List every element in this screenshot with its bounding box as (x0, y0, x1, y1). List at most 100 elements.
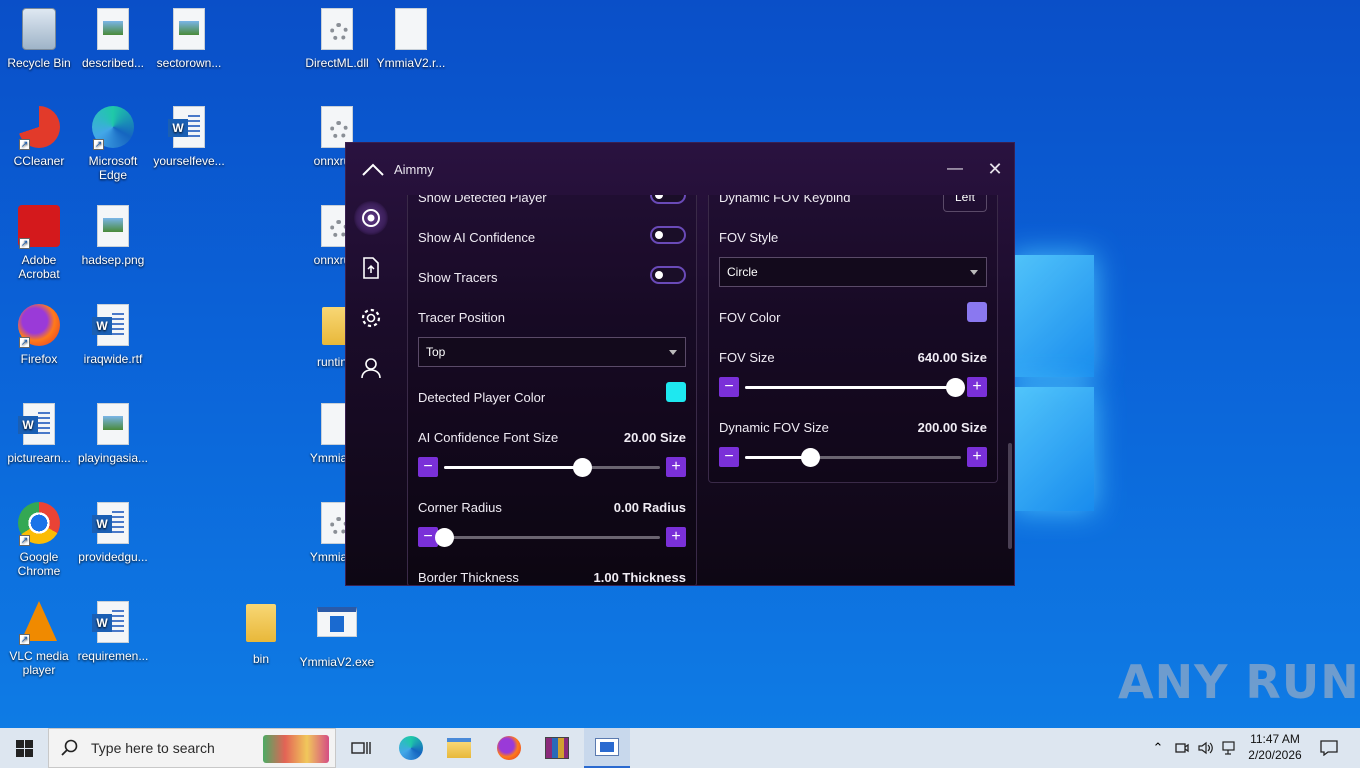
desktop-icon[interactable]: ↗ Microsoft Edge (74, 106, 152, 182)
taskbar-winrar-button[interactable] (536, 728, 578, 768)
desktop-icon[interactable]: Recycle Bin (0, 8, 78, 70)
desktop-icon[interactable]: Wprovidedgu... (74, 502, 152, 564)
increase-button[interactable]: + (666, 457, 686, 477)
increase-button[interactable]: + (666, 527, 686, 547)
scrollbar[interactable] (1008, 443, 1012, 549)
volume-icon[interactable] (1196, 728, 1216, 768)
taskbar-file-explorer-button[interactable] (438, 728, 480, 768)
desktop-icon-label: Adobe Acrobat (18, 253, 60, 281)
show-hidden-icons-button[interactable]: ⌃ (1148, 728, 1168, 768)
slider-thumb[interactable] (435, 528, 454, 547)
desktop-icon[interactable]: ↗ Google Chrome (0, 502, 78, 578)
meet-now-icon[interactable] (1172, 728, 1192, 768)
minimize-button[interactable]: — (942, 157, 968, 181)
clock-date: 2/20/2026 (1248, 748, 1302, 762)
slider-thumb[interactable] (800, 448, 820, 467)
word-doc-icon: W (91, 304, 135, 348)
overlay-settings-panel: Show Detected Player Show AI Confidence … (407, 195, 697, 585)
fov-color-swatch[interactable] (967, 302, 987, 322)
edge-icon: ↗ (91, 106, 135, 150)
fov-size-slider[interactable]: − + (719, 377, 987, 397)
start-button[interactable] (0, 728, 48, 768)
folder-icon (239, 604, 283, 648)
fov-style-select[interactable]: Circle (719, 257, 987, 287)
desktop-icon[interactable]: hadsep.png (74, 205, 152, 267)
dynamic-fov-keybind-button[interactable]: Left (943, 195, 987, 212)
slider-thumb[interactable] (945, 378, 965, 397)
word-doc-icon: W (91, 502, 135, 546)
desktop-icon[interactable]: Wyourselfeve... (150, 106, 228, 168)
chrome-icon: ↗ (17, 502, 61, 546)
desktop-icon-label: CCleaner (13, 154, 65, 168)
decrease-button[interactable]: − (719, 377, 739, 397)
ymmia-app-icon (595, 738, 619, 756)
desktop-icon[interactable]: bin (222, 601, 300, 666)
desktop-icon[interactable]: YmmiaV2.r... (372, 8, 450, 70)
taskbar-ymmia-button[interactable] (584, 728, 630, 768)
tracer-position-select[interactable]: Top (418, 337, 686, 367)
detected-player-color-swatch[interactable] (666, 382, 686, 402)
dynamic-fov-size-slider[interactable]: − + (719, 447, 987, 467)
aimmy-window: Aimmy — ✕ Show Detected Player Show AI C… (345, 142, 1015, 586)
notification-icon (1320, 740, 1338, 756)
nav-aim-icon[interactable] (354, 201, 388, 235)
desktop-icon[interactable]: Wpicturearn... (0, 403, 78, 465)
system-clock[interactable]: 11:47 AM 2/20/2026 (1244, 731, 1306, 763)
edge-icon (399, 736, 423, 760)
desktop-icon[interactable]: Wrequiremen... (74, 601, 152, 663)
slider-track[interactable] (435, 528, 660, 547)
task-view-button[interactable] (340, 728, 382, 768)
aimmy-logo-icon (362, 163, 384, 176)
taskbar: Type here to search ⌃ 11:47 AM 2/20/2026 (0, 728, 1360, 768)
desktop-icon[interactable]: YmmiaV2.exe (298, 601, 376, 669)
desktop-icon-label: Recycle Bin (7, 56, 71, 70)
taskbar-edge-button[interactable] (390, 728, 432, 768)
acrobat-icon: ↗ (17, 205, 61, 249)
sidebar (346, 195, 396, 585)
show-tracers-label: Show Tracers (418, 270, 498, 285)
desktop-icon-label: yourselfeve... (153, 154, 225, 168)
fov-size-value: 640.00 Size (917, 350, 987, 365)
desktop-icon-label: YmmiaV2.exe (299, 655, 375, 669)
detected-player-color-label: Detected Player Color (418, 390, 546, 405)
network-icon[interactable] (1220, 728, 1240, 768)
windows-wallpaper-logo (1010, 255, 1100, 515)
show-ai-confidence-toggle[interactable] (650, 226, 686, 244)
desktop-icon-label: hadsep.png (81, 253, 145, 267)
show-tracers-toggle[interactable] (650, 266, 686, 284)
firefox-icon: ↗ (17, 304, 61, 348)
notifications-button[interactable] (1314, 728, 1344, 768)
slider-track[interactable] (745, 448, 961, 467)
desktop-icon[interactable]: Wiraqwide.rtf (74, 304, 152, 366)
ai-confidence-font-size-slider[interactable]: − + (418, 457, 686, 477)
desktop-icon[interactable]: playingasia... (74, 403, 152, 465)
desktop-icon[interactable]: ↗ Firefox (0, 304, 78, 366)
nav-user-icon[interactable] (354, 351, 388, 385)
increase-button[interactable]: + (967, 377, 987, 397)
dynamic-fov-size-value: 200.00 Size (917, 420, 987, 435)
slider-track[interactable] (444, 458, 660, 477)
fov-color-row: FOV Color (719, 302, 987, 325)
decrease-button[interactable]: − (418, 457, 438, 477)
desktop-icon[interactable]: DirectML.dll (298, 8, 376, 70)
desktop-icon[interactable]: ↗ CCleaner (0, 106, 78, 168)
show-detected-player-toggle[interactable] (650, 195, 686, 204)
increase-button[interactable]: + (967, 447, 987, 467)
corner-radius-slider[interactable]: − + (418, 527, 686, 547)
nav-config-file-icon[interactable] (354, 251, 388, 285)
close-button[interactable]: ✕ (982, 157, 1008, 181)
title-bar[interactable]: Aimmy (346, 143, 1014, 195)
taskbar-search-box[interactable]: Type here to search (48, 728, 336, 768)
taskbar-firefox-button[interactable] (488, 728, 530, 768)
decrease-button[interactable]: − (719, 447, 739, 467)
desktop-icon[interactable]: described... (74, 8, 152, 70)
nav-settings-gear-icon[interactable] (354, 301, 388, 335)
dll-file-icon (315, 8, 359, 52)
desktop-icon[interactable]: sectorown... (150, 8, 228, 70)
desktop-icon[interactable]: ↗ VLC media player (0, 601, 78, 677)
desktop-icon-label: Firefox (20, 352, 58, 366)
slider-thumb[interactable] (573, 458, 593, 477)
desktop-icon[interactable]: ↗ Adobe Acrobat (0, 205, 78, 281)
slider-track[interactable] (745, 378, 965, 397)
desktop-icon-label: picturearn... (7, 451, 71, 465)
